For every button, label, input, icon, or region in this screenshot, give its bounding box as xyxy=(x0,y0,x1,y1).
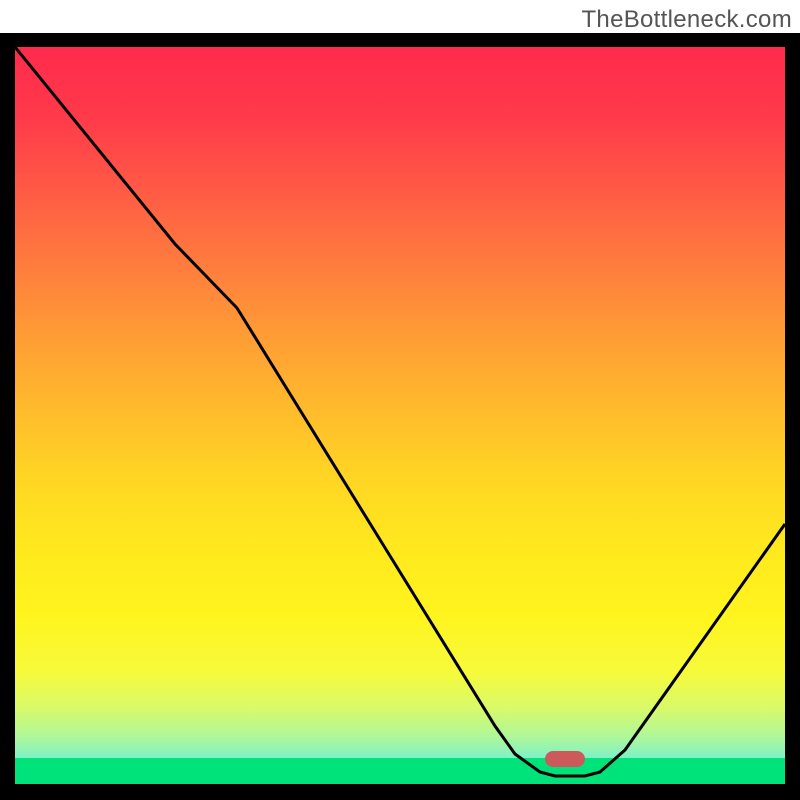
bottleneck-curve xyxy=(15,47,785,776)
curve-svg xyxy=(15,47,785,784)
chart-frame xyxy=(0,33,800,800)
watermark-label: TheBottleneck.com xyxy=(581,6,792,34)
plot-area xyxy=(15,47,785,784)
